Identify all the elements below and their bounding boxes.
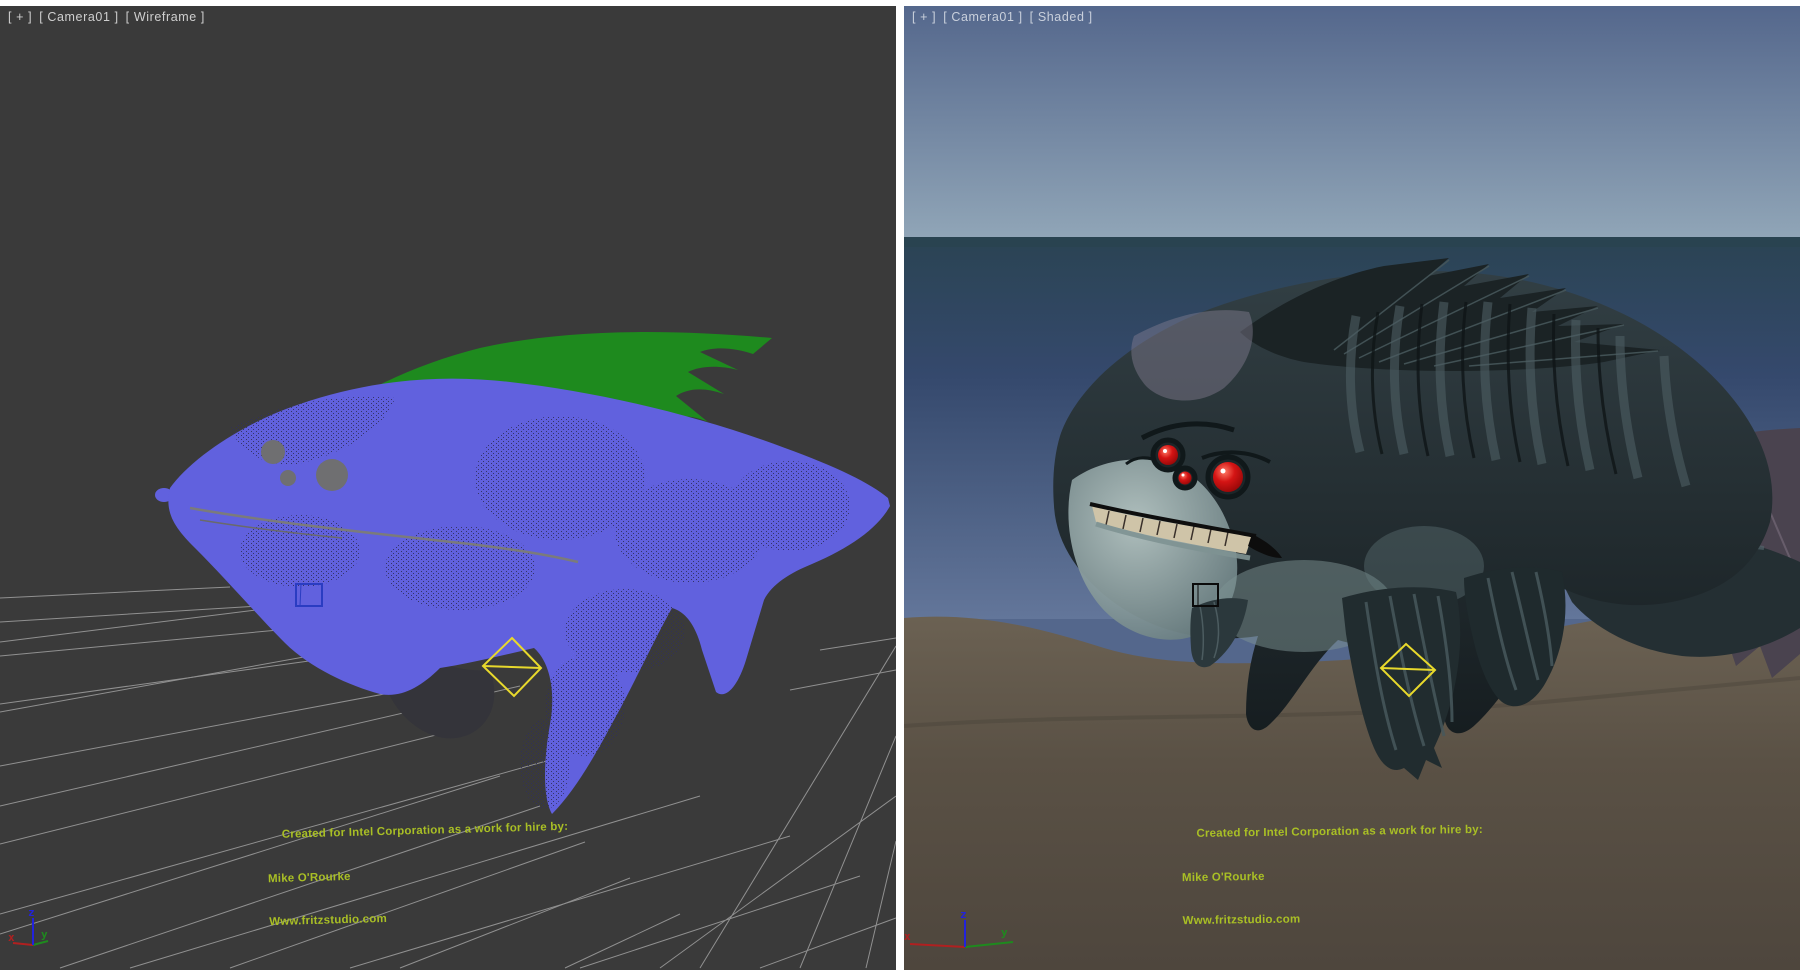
viewport-label-bar: [ + ] [ Camera01 ] [ Shaded ] [912,10,1093,24]
watermark-line: Created for Intel Corporation as a work … [1196,823,1483,841]
watermark-line: Created for Intel Corporation as a work … [282,820,569,842]
viewport-shading-menu[interactable]: [ Wireframe ] [126,10,205,24]
watermark-line: Www.fritzstudio.com [1183,910,1485,929]
sea-horizon-band [904,237,1800,247]
fish-model-wireframe[interactable] [155,332,890,814]
watermark-text: Created for Intel Corporation as a work … [1181,794,1485,958]
viewport-pov-menu[interactable]: [ Camera01 ] [39,10,118,24]
viewport-wireframe[interactable]: [ + ] [ Camera01 ] [ Wireframe ] [0,6,896,970]
viewport-pov-menu[interactable]: [ Camera01 ] [943,10,1022,24]
viewport-shading-menu[interactable]: [ Shaded ] [1030,10,1093,24]
viewport-label-bar: [ + ] [ Camera01 ] [ Wireframe ] [8,10,205,24]
dual-viewport-canvas: [ + ] [ Camera01 ] [ Wireframe ] [0,0,1800,978]
axis-z-label: z [28,906,35,919]
watermark-text: Created for Intel Corporation as a work … [266,791,572,959]
axis-z-label: z [960,908,967,921]
viewport-general-menu[interactable]: [ + ] [8,10,32,24]
axis-y-label: y [1001,926,1008,939]
sky-background [904,6,1800,237]
viewport-general-menu[interactable]: [ + ] [912,10,936,24]
watermark-line: Mike O'Rourke [268,863,570,886]
watermark-line: Mike O'Rourke [1182,866,1484,885]
axis-x-label: x [8,931,15,944]
watermark-line: Www.fritzstudio.com [269,907,571,930]
axis-y-label: y [41,928,48,941]
viewport-shaded[interactable]: [ + ] [ Camera01 ] [ Shaded ] [904,6,1800,970]
axis-x-label: x [904,930,911,943]
